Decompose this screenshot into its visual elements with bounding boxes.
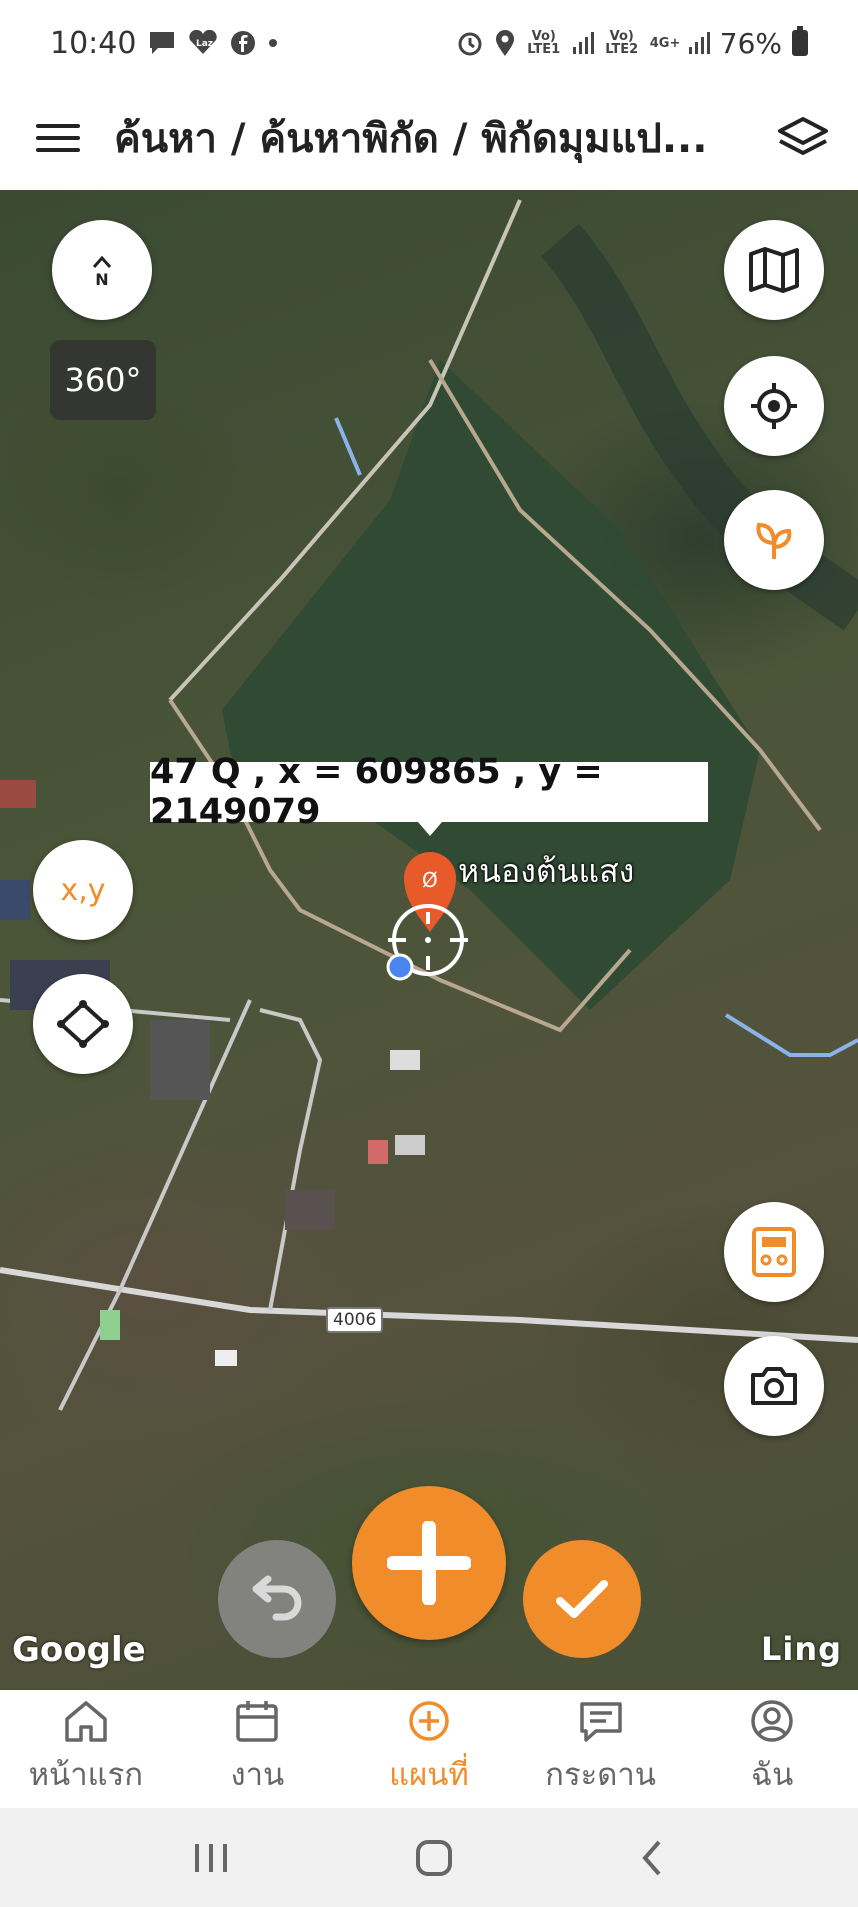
compass-button[interactable]: N [52,220,152,320]
coordinate-label-tail [418,822,442,836]
nav-item-board[interactable]: กระดาน [521,1699,681,1799]
home-button-icon[interactable] [414,1838,454,1878]
svg-text:Laz: Laz [196,39,213,49]
app-bar: ค้นหา / ค้นหาพิกัด / พิกัดมุมแป... [0,86,858,190]
status-time: 10:40 [50,25,137,61]
plus-icon [387,1521,471,1605]
svg-text:Ø: Ø [422,868,438,892]
add-point-button[interactable] [352,1486,506,1640]
undo-button[interactable] [218,1540,336,1658]
map-type-button[interactable] [724,220,824,320]
add-circle-icon [409,1701,449,1741]
network-type: 4G+ [649,35,681,51]
sprout-icon [756,522,792,559]
status-right: Vo) LTE1 Vo) LTE2 4G+ 76% [456,26,808,60]
nav-label-jobs: งาน [230,1757,285,1793]
my-location-button[interactable] [724,356,824,456]
plant-button[interactable] [724,490,824,590]
nav-item-map[interactable]: แผนที่ [349,1699,509,1799]
calculator-icon [752,1227,796,1277]
nav-item-home[interactable]: หน้าแรก [6,1699,166,1799]
signal-icon-2 [688,32,710,54]
compass-icon: N [91,254,113,287]
status-bar: 10:40 Laz Vo) LTE1 Vo) LTE2 4G+ 76% [0,0,858,86]
map-attribution: Ling [760,1630,842,1668]
camera-button[interactable] [724,1336,824,1436]
facebook-icon [231,31,256,55]
my-location-dot [386,953,414,981]
status-left: 10:40 Laz [50,26,278,61]
calculator-button[interactable] [724,1202,824,1302]
location-icon [495,30,514,56]
network-lte2: Vo) LTE2 [605,29,639,57]
xy-button-label: x,y [60,872,106,908]
message-icon [150,32,175,54]
system-nav-bar [0,1808,858,1907]
nav-label-me: ฉัน [751,1757,794,1793]
xy-input-button[interactable]: x,y [33,840,133,940]
profile-icon [751,1700,793,1742]
menu-icon[interactable] [36,116,80,160]
nav-item-jobs[interactable]: งาน [177,1699,337,1799]
polygon-icon [57,1000,109,1048]
board-icon [579,1702,622,1742]
nav-item-me[interactable]: ฉัน [692,1699,852,1799]
map-view[interactable]: Ø N 360° 47 Q , x = 609865 , y = 2149079… [0,190,858,1690]
layers-icon[interactable] [776,111,830,165]
check-icon [556,1580,608,1618]
nav-label-home: หน้าแรก [28,1757,144,1793]
dot-icon [269,39,278,47]
nav-label-map: แผนที่ [389,1757,469,1793]
compass-north-label: N [95,269,109,289]
network-lte1: Vo) LTE1 [527,29,561,57]
recent-apps-icon[interactable] [191,1840,231,1876]
battery-icon [792,26,808,56]
lazada-icon: Laz [189,30,218,54]
nav-label-board: กระดาน [545,1757,656,1793]
signal-icon [572,32,594,54]
bottom-nav: หน้าแรก งาน แผนที่ กระดาน ฉัน [0,1690,858,1808]
back-icon[interactable] [637,1838,667,1878]
confirm-button[interactable] [523,1540,641,1658]
target-icon [751,383,797,429]
coordinate-label: 47 Q , x = 609865 , y = 2149079 [150,752,708,832]
map-icon [749,247,799,293]
page-title: ค้นหา / ค้นหาพิกัด / พิกัดมุมแป... [114,116,708,162]
calendar-icon [236,1701,279,1742]
road-number-badge: 4006 [326,1307,384,1333]
alarm-icon [458,32,482,56]
battery-percent: 76% [719,26,782,60]
camera-icon [751,1367,797,1405]
google-logo: Google [12,1630,146,1670]
home-icon [65,1701,107,1742]
polygon-button[interactable] [33,974,133,1074]
place-name-label: หนองต้นแสง [458,852,635,890]
undo-icon [252,1575,302,1621]
rotation-indicator: 360° [50,340,156,420]
